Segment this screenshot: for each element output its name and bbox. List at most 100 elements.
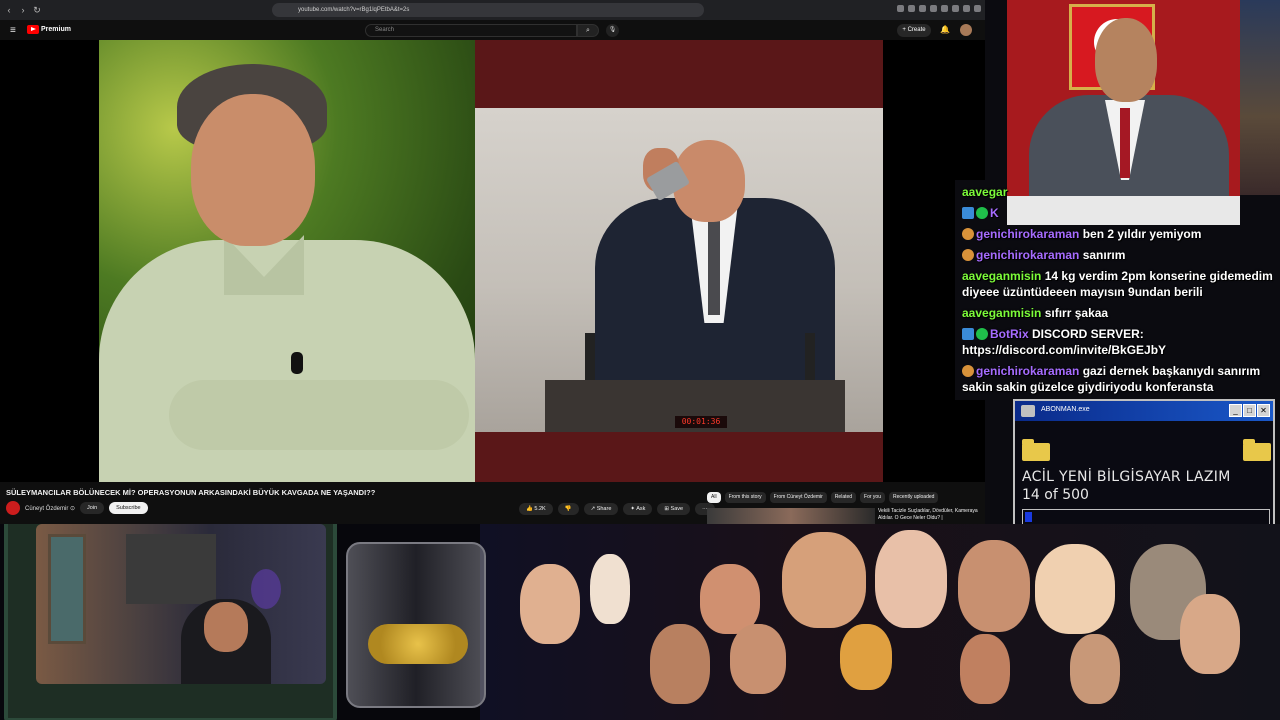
speaker-tie <box>708 210 720 315</box>
recommended-title[interactable]: Vekili Tacizle Suçladılar, Dövdüler, Kam… <box>878 508 978 522</box>
extension-icon[interactable] <box>963 5 970 12</box>
channel-name[interactable]: Cüneyt Özdemir ⊙ <box>25 505 75 512</box>
chip-all[interactable]: All <box>707 492 721 503</box>
chat-username[interactable]: genichirokaraman <box>976 248 1079 262</box>
emote-icon <box>962 249 974 261</box>
shelf <box>126 534 216 604</box>
youtube-brand[interactable]: Premium <box>41 26 71 33</box>
extension-icon[interactable] <box>952 5 959 12</box>
politician-tie <box>1120 108 1130 178</box>
chat-message: K <box>962 205 1274 221</box>
pin-badge-icon <box>962 207 974 219</box>
extension-icon[interactable] <box>941 5 948 12</box>
collage-face <box>875 530 947 628</box>
collage-face <box>650 624 710 704</box>
collage-face <box>1035 544 1115 634</box>
streamer-face <box>204 602 248 652</box>
video-left-panel <box>99 40 475 482</box>
search-input[interactable]: Search <box>365 24 577 37</box>
close-icon[interactable]: ✕ <box>1257 404 1270 417</box>
collage-face <box>960 634 1010 704</box>
minimize-icon[interactable]: _ <box>1229 404 1242 417</box>
chat-text: sıfırr şakaa <box>1041 306 1109 320</box>
dislike-button[interactable]: 👎 <box>557 503 579 515</box>
purple-light <box>251 569 281 609</box>
extension-icons <box>897 5 981 12</box>
chat-feed: aavegar Kgenichirokaraman ben 2 yıldır ye… <box>962 184 1274 400</box>
gold-coins <box>368 624 468 664</box>
chat-username[interactable]: genichirokaraman <box>976 227 1079 241</box>
chat-message: genichirokaraman ben 2 yıldır yemiyom <box>962 226 1274 242</box>
meme-collage <box>480 524 1280 720</box>
video-player[interactable]: 00:01:36 <box>0 40 985 514</box>
window-titlebar: ABONMAN.exe _ □ ✕ <box>1015 401 1273 421</box>
search-icon[interactable]: ⌕ <box>577 24 599 37</box>
pin-badge-icon <box>962 328 974 340</box>
window-title: ABONMAN.exe <box>1041 406 1090 413</box>
face <box>191 94 315 246</box>
maximize-icon[interactable]: □ <box>1243 404 1256 417</box>
donation-goal-window: ABONMAN.exe _ □ ✕ ACİL YENİ BİLGİSAYAR L… <box>1013 399 1275 531</box>
video-actions: 👍 5.2K 👎 ↗ Share ✦ Ask ⊞ Save ··· <box>519 503 715 515</box>
extension-icon[interactable] <box>974 5 981 12</box>
join-button[interactable]: Join <box>80 502 105 514</box>
goal-progress-bar <box>1022 509 1270 525</box>
goal-count: 14 of 500 <box>1022 487 1089 503</box>
video-title: SÜLEYMANCILAR BÖLÜNECEK Mİ? OPERASYONUN … <box>6 488 376 497</box>
chat-username[interactable]: BotRix <box>990 327 1029 341</box>
chip-from-channel[interactable]: From Cüneyt Özdemir <box>769 492 827 503</box>
create-button[interactable]: + Create <box>897 24 931 37</box>
collage-face <box>590 554 630 624</box>
chip-from-this-story[interactable]: From this story <box>724 492 766 503</box>
ask-button[interactable]: ✦ Ask <box>623 503 653 515</box>
collage-face <box>1070 634 1120 704</box>
computer-icon <box>1021 405 1035 417</box>
extension-icon[interactable] <box>908 5 915 12</box>
collage-face <box>1180 594 1240 674</box>
video-meta: SÜLEYMANCILAR BÖLÜNECEK Mİ? OPERASYONUN … <box>0 482 985 524</box>
recommended-thumbnail[interactable] <box>707 508 875 524</box>
address-bar[interactable]: youtube.com/watch?v=rBg1lqPEtbA&t=2s <box>272 3 704 17</box>
chat-message: genichirokaraman gazi dernek başkanıydı … <box>962 363 1274 395</box>
chat-text: ben 2 yıldır yemiyom <box>1079 227 1202 241</box>
forward-icon[interactable]: › <box>18 5 28 15</box>
save-button[interactable]: ⊞ Save <box>657 503 691 515</box>
share-button[interactable]: ↗ Share <box>583 503 619 515</box>
collage-face <box>958 540 1030 632</box>
chip-for-you[interactable]: For you <box>860 492 885 503</box>
chat-message: aavegar <box>962 184 1274 200</box>
extension-icon[interactable] <box>919 5 926 12</box>
collage-face <box>782 532 866 628</box>
verified-badge-icon <box>976 328 988 340</box>
chat-username[interactable]: aaveganmisin <box>962 306 1041 320</box>
collage-face <box>730 624 786 694</box>
chat-username[interactable]: genichirokaraman <box>976 364 1079 378</box>
back-icon[interactable]: ‹ <box>4 5 14 15</box>
channel-avatar[interactable] <box>6 501 20 515</box>
channel-row: Cüneyt Özdemir ⊙ Join Subscribe <box>6 501 148 515</box>
reload-icon[interactable]: ↻ <box>32 5 42 15</box>
collage-face <box>520 564 580 644</box>
bottom-overlay-strip <box>0 524 1280 720</box>
webcam-feed <box>36 524 326 684</box>
chip-related[interactable]: Related <box>830 492 857 503</box>
webcam-frame <box>4 524 337 720</box>
notifications-icon[interactable]: 🔔 <box>940 25 950 34</box>
chat-username[interactable]: aaveganmisin <box>962 269 1041 283</box>
chat-username[interactable]: aavegar <box>962 185 1007 199</box>
extension-icon[interactable] <box>897 5 904 12</box>
politician-face <box>1095 18 1157 102</box>
folder-icon <box>1022 439 1050 461</box>
extension-icon[interactable] <box>930 5 937 12</box>
goal-message: ACİL YENİ BİLGİSAYAR LAZIM <box>1022 469 1231 485</box>
like-button[interactable]: 👍 5.2K <box>519 503 553 515</box>
goal-progress-fill <box>1025 512 1032 522</box>
microphone-icon[interactable]: 🎙 <box>606 24 619 37</box>
subscribe-button[interactable]: Subscribe <box>109 502 148 514</box>
avatar[interactable] <box>960 24 972 36</box>
chip-recently-uploaded[interactable]: Recently uploaded <box>889 492 939 503</box>
chat-username[interactable]: K <box>990 206 999 220</box>
youtube-logo-icon[interactable] <box>27 25 39 34</box>
emote-icon <box>962 228 974 240</box>
menu-icon[interactable]: ≡ <box>10 25 16 36</box>
